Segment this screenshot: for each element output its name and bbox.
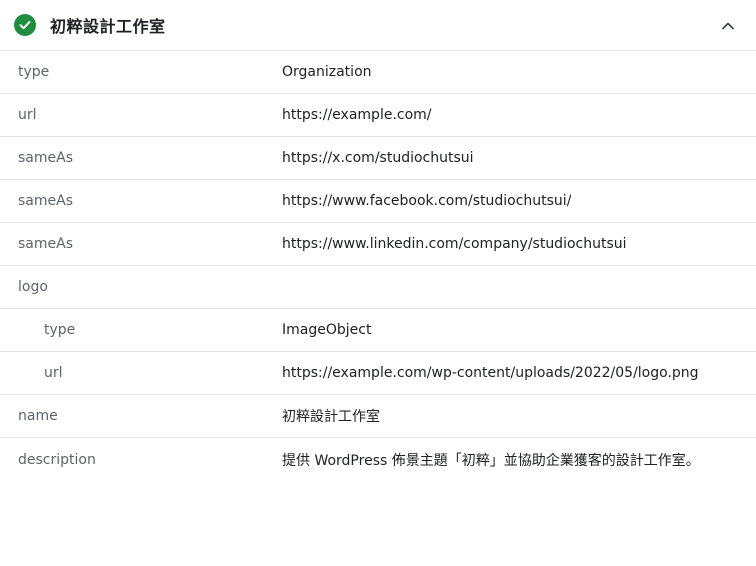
property-key: type <box>44 322 76 338</box>
property-value: https://x.com/studiochutsui <box>282 150 474 166</box>
property-key: sameAs <box>18 150 73 166</box>
panel-title: 初粹設計工作室 <box>50 17 166 36</box>
property-value: https://example.com/wp-content/uploads/2… <box>282 365 699 381</box>
property-key: logo <box>18 279 48 295</box>
structured-data-panel: 初粹設計工作室 type Organization url https://ex… <box>0 0 756 566</box>
property-table: type Organization url https://example.co… <box>0 51 756 481</box>
panel-header[interactable]: 初粹設計工作室 <box>0 0 756 51</box>
property-row: sameAs https://x.com/studiochutsui <box>0 137 756 180</box>
property-key: sameAs <box>18 236 73 252</box>
check-circle-icon <box>14 14 36 36</box>
property-value: https://www.linkedin.com/company/studioc… <box>282 236 627 252</box>
property-row: logo <box>0 266 756 309</box>
chevron-up-icon[interactable] <box>720 18 736 34</box>
property-row: sameAs https://www.linkedin.com/company/… <box>0 223 756 266</box>
property-key: url <box>18 107 37 123</box>
property-row: name 初粹設計工作室 <box>0 395 756 438</box>
property-value: 提供 WordPress 佈景主題「初粹」並協助企業獲客的設計工作室。 <box>282 452 700 469</box>
property-row: type Organization <box>0 51 756 94</box>
property-value: 初粹設計工作室 <box>282 409 380 425</box>
property-row: sameAs https://www.facebook.com/studioch… <box>0 180 756 223</box>
property-value: Organization <box>282 64 372 80</box>
property-key: name <box>18 408 58 424</box>
nested-property-row: type ImageObject <box>0 309 756 352</box>
property-value: https://www.facebook.com/studiochutsui/ <box>282 193 572 209</box>
property-value: ImageObject <box>282 322 372 338</box>
property-key: type <box>18 64 50 80</box>
property-key: url <box>44 365 63 381</box>
nested-property-row: url https://example.com/wp-content/uploa… <box>0 352 756 395</box>
property-row: url https://example.com/ <box>0 94 756 137</box>
property-key: sameAs <box>18 193 73 209</box>
property-value: https://example.com/ <box>282 107 432 123</box>
property-key: description <box>18 451 96 468</box>
property-row: description 提供 WordPress 佈景主題「初粹」並協助企業獲客… <box>0 438 756 481</box>
